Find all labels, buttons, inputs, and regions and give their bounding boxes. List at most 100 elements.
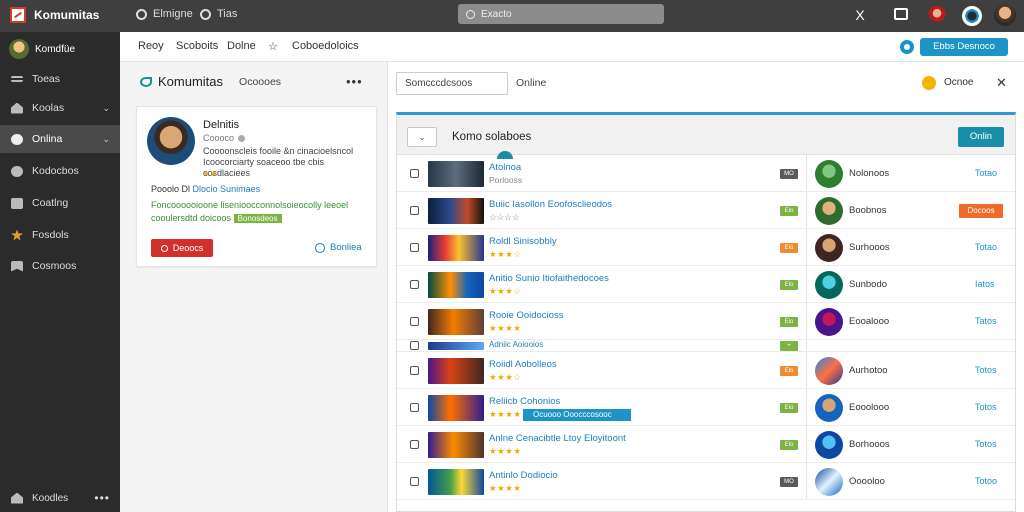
sidebar-item-coatlng[interactable]: Coatlng [0,189,120,217]
table-row[interactable]: Anlne Cenacibtle Ltoy Eloyitoont ★★★★ Elo B… [397,426,1015,463]
game-title[interactable]: Adniic Aoiooios [489,340,543,349]
member-name[interactable]: Boobnos [849,205,887,216]
avatar[interactable] [815,159,843,188]
table-row[interactable]: Antinlo Dodiocio ★★★★ MO Ooooloo Totoo [397,463,1015,500]
table-row[interactable]: Roiidl Aobolleos ★★★☆ Elo Aurhotoo Totos [397,352,1015,389]
sidebar-item-cosmoos[interactable]: Cosmoos [0,252,120,280]
filter-input[interactable]: Somcccdcsoos [396,72,508,95]
status-label[interactable]: Ocnoe [944,77,973,88]
game-thumbnail[interactable] [428,271,484,298]
search-input[interactable]: Exacto [458,4,664,24]
table-row[interactable]: Reliicb Cohonios ★★★★ Ocuooo Ooocccosooc El… [397,389,1015,426]
member-name[interactable]: Nolonoos [849,168,889,179]
window-icon[interactable] [894,8,908,20]
avatar[interactable] [815,393,843,422]
table-row[interactable]: Roldl Sinisobbly ★★★☆ Elo Surhooos Totao [397,229,1015,266]
tab-reoy[interactable]: Reoy [138,40,164,52]
row-checkbox[interactable] [410,205,419,215]
game-title[interactable]: Rooie Ooidocioss [489,310,563,321]
danger-button[interactable]: Deoocs [151,239,213,257]
help-icon[interactable] [900,40,914,54]
row-checkbox[interactable] [410,316,419,326]
game-thumbnail[interactable] [428,342,484,350]
member-name[interactable]: Sunbodo [849,279,887,290]
row-action-link[interactable]: Totao [975,242,997,252]
member-name[interactable]: Surhooos [849,242,890,253]
game-thumbnail[interactable] [428,431,484,458]
app-brand[interactable]: Komumitas [34,8,99,22]
notification-badge-icon[interactable] [962,6,982,26]
avatar[interactable] [815,356,843,385]
row-checkbox[interactable] [410,439,419,449]
row-checkbox[interactable] [410,365,419,375]
top-nav-item-tias[interactable]: Tias [200,8,237,20]
filter-label[interactable]: Online [516,77,546,89]
game-thumbnail[interactable] [428,234,484,261]
row-action-link[interactable]: Totos [975,365,997,375]
member-name[interactable]: Eooalooo [849,316,889,327]
game-title[interactable]: Roldl Sinisobbly [489,236,557,247]
row-action-button[interactable]: Docoos [959,203,1003,218]
tab-coboedoloics[interactable]: Coboedoloics [292,40,359,52]
bulk-select-dropdown[interactable]: ⌄ [407,127,437,147]
game-tag[interactable]: Ocuooo Ooocccosooc [523,408,631,421]
row-checkbox[interactable] [410,242,419,252]
close-icon[interactable]: X [852,6,868,24]
game-title[interactable]: Atolnoa [489,162,521,173]
star-icon[interactable]: ☆ [268,40,278,53]
more-icon[interactable]: ••• [94,491,110,505]
close-icon[interactable]: ✕ [996,75,1007,91]
sidebar-item-toeas[interactable]: Toeas [0,65,120,93]
more-options-icon[interactable]: ••• [346,74,363,89]
profile-tag[interactable]: Bonosdeos [233,214,282,223]
row-action-link[interactable]: Totos [975,402,997,412]
top-nav-item-elmigne[interactable]: Elmigne [136,8,193,20]
sidebar-item-fosdols[interactable]: Fosdols [0,221,120,249]
game-thumbnail[interactable] [428,160,484,187]
game-title[interactable]: Roiidl Aobolleos [489,359,557,370]
row-action-link[interactable]: Totos [975,439,997,449]
row-checkbox[interactable] [410,402,419,412]
profile-avatar[interactable] [994,4,1016,26]
member-name[interactable]: Eooolooo [849,402,889,413]
table-row[interactable]: Rooie Ooidocioss ★★★★ Elo Eooalooo Tatos [397,303,1015,340]
avatar[interactable] [815,270,843,299]
tab-dolne[interactable]: Dolne [227,40,256,52]
member-name[interactable]: Borhooos [849,439,890,450]
row-checkbox[interactable] [410,279,419,289]
table-row[interactable]: Anitio Sunio Itiofaithedocoes ★★★☆ Elo Sunb… [397,266,1015,303]
member-name[interactable]: Aurhotoo [849,365,888,376]
avatar[interactable] [815,196,843,225]
row-action-link[interactable]: Totoo [975,476,997,486]
row-checkbox[interactable] [410,168,419,178]
game-thumbnail[interactable] [428,394,484,421]
game-thumbnail[interactable] [428,357,484,384]
panel-action-button[interactable]: Onlin [958,127,1004,147]
game-title[interactable]: Anitio Sunio Itiofaithedocoes [489,273,609,284]
column-subtitle[interactable]: Ocoooes [239,76,281,88]
game-title[interactable]: Antinlo Dodiocio [489,470,558,481]
row-action-link[interactable]: Totao [975,168,997,178]
avatar[interactable] [815,233,843,262]
game-title[interactable]: Reliicb Cohonios [489,396,560,407]
tab-scoboits[interactable]: Scoboits [176,40,218,52]
member-name[interactable]: Ooooloo [849,476,885,487]
game-thumbnail[interactable] [428,308,484,335]
primary-action-button[interactable]: Ebbs Desnoco [920,38,1008,56]
profile-info-link[interactable]: Dlocio Sunimaes [193,184,261,194]
row-checkbox[interactable] [410,476,419,486]
sidebar-item-onlina[interactable]: Onlina ⌄ [0,125,120,153]
avatar[interactable] [815,430,843,459]
sidebar-item-kodocbos[interactable]: Kodocbos [0,157,120,185]
sidebar-footer[interactable]: Koodles ••• [0,484,120,512]
game-thumbnail[interactable] [428,468,484,495]
app-logo-icon[interactable] [10,7,26,23]
avatar[interactable] [815,307,843,336]
profile-name[interactable]: Delnitis [203,119,239,131]
sidebar-item-koolas[interactable]: Koolas ⌄ [0,94,120,122]
row-checkbox[interactable] [410,341,419,350]
game-thumbnail[interactable] [428,197,484,224]
avatar[interactable] [815,467,843,496]
table-row[interactable]: Buiic Iasollon Eoofosclieodos ☆☆☆☆ Elo Boob… [397,192,1015,229]
table-row[interactable]: Adniic Aoiooios + [397,340,1015,352]
